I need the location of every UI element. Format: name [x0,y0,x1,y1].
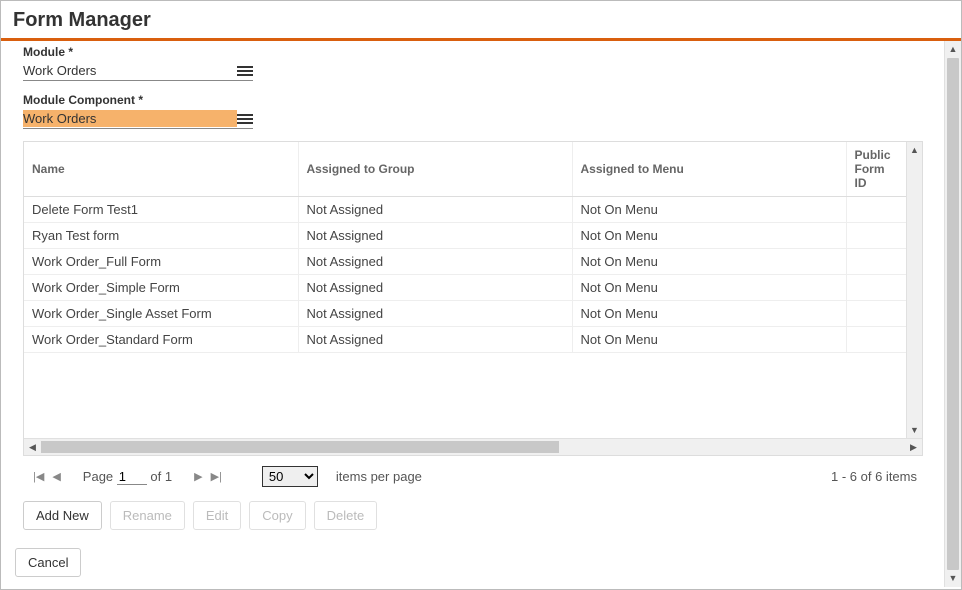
cell-name: Work Order_Single Asset Form [24,301,298,327]
panel-v-scrollbar[interactable]: ▲ ▼ [944,41,961,587]
last-page-button[interactable]: ▶| [207,470,226,483]
table-row[interactable]: Delete Form Test1Not AssignedNot On Menu [24,197,906,223]
cell-group: Not Assigned [298,197,572,223]
cell-menu: Not On Menu [572,197,846,223]
module-component-label: Module Component * [23,93,253,107]
cell-menu: Not On Menu [572,301,846,327]
scroll-left-icon[interactable]: ◀ [24,439,41,456]
cell-id [846,327,906,353]
cell-name: Work Order_Standard Form [24,327,298,353]
cell-id [846,249,906,275]
per-page-label: items per page [336,469,422,484]
module-component-value[interactable]: Work Orders [23,110,237,127]
table-row[interactable]: Work Order_Full FormNot AssignedNot On M… [24,249,906,275]
cell-group: Not Assigned [298,249,572,275]
cell-name: Delete Form Test1 [24,197,298,223]
cell-name: Work Order_Full Form [24,249,298,275]
cell-id [846,223,906,249]
pager: |◀ ◀ Page of 1 ▶ ▶| 50 items per page 1 … [23,456,923,497]
scroll-up-icon[interactable]: ▲ [907,142,922,158]
cell-group: Not Assigned [298,301,572,327]
cell-menu: Not On Menu [572,249,846,275]
page-size-select[interactable]: 50 [262,466,318,487]
cell-menu: Not On Menu [572,327,846,353]
cell-id [846,275,906,301]
table-v-scrollbar[interactable]: ▲ ▼ [906,142,922,438]
module-field: Module * Work Orders [23,45,253,81]
col-name[interactable]: Name [24,142,298,197]
table-row[interactable]: Ryan Test formNot AssignedNot On Menu [24,223,906,249]
table-row[interactable]: Work Order_Single Asset FormNot Assigned… [24,301,906,327]
page-input[interactable] [117,469,147,485]
cell-menu: Not On Menu [572,275,846,301]
cell-menu: Not On Menu [572,223,846,249]
v-scroll-thumb[interactable] [947,58,959,570]
page-label: Page [83,469,113,484]
action-buttons: Add New Rename Edit Copy Delete [23,501,930,530]
first-page-button[interactable]: |◀ [29,470,48,483]
cell-group: Not Assigned [298,223,572,249]
cell-id [846,301,906,327]
page-of-label: of 1 [150,469,172,484]
module-value[interactable]: Work Orders [23,62,237,79]
cell-name: Ryan Test form [24,223,298,249]
cell-group: Not Assigned [298,327,572,353]
scroll-right-icon[interactable]: ▶ [905,439,922,456]
scroll-up-icon[interactable]: ▲ [945,41,961,58]
page-title: Form Manager [13,9,949,32]
edit-button: Edit [193,501,241,530]
hamburger-icon[interactable] [237,113,253,125]
next-page-button[interactable]: ▶ [190,470,206,483]
module-component-field: Module Component * Work Orders [23,93,253,129]
module-label: Module * [23,45,253,59]
delete-button: Delete [314,501,378,530]
pager-summary: 1 - 6 of 6 items [831,469,917,484]
add-new-button[interactable]: Add New [23,501,102,530]
cancel-button[interactable]: Cancel [15,548,81,577]
col-public-id[interactable]: Public Form ID [846,142,906,197]
hamburger-icon[interactable] [237,65,253,77]
scroll-down-icon[interactable]: ▼ [907,422,922,438]
rename-button: Rename [110,501,185,530]
cell-name: Work Order_Simple Form [24,275,298,301]
dialog-footer: Cancel [15,548,81,577]
cell-id [846,197,906,223]
table-h-scrollbar[interactable]: ◀ ▶ [24,438,922,455]
dialog-header: Form Manager [1,1,961,41]
cell-group: Not Assigned [298,275,572,301]
prev-page-button[interactable]: ◀ [48,470,64,483]
table-row[interactable]: Work Order_Simple FormNot AssignedNot On… [24,275,906,301]
col-group[interactable]: Assigned to Group [298,142,572,197]
col-menu[interactable]: Assigned to Menu [572,142,846,197]
copy-button: Copy [249,501,305,530]
scroll-down-icon[interactable]: ▼ [945,570,961,587]
forms-table: Name Assigned to Group Assigned to Menu … [23,141,923,456]
content-area: Module * Work Orders Module Component * … [1,41,944,587]
table-row[interactable]: Work Order_Standard FormNot AssignedNot … [24,327,906,353]
table-header-row: Name Assigned to Group Assigned to Menu … [24,142,906,197]
h-scroll-thumb[interactable] [41,441,559,453]
